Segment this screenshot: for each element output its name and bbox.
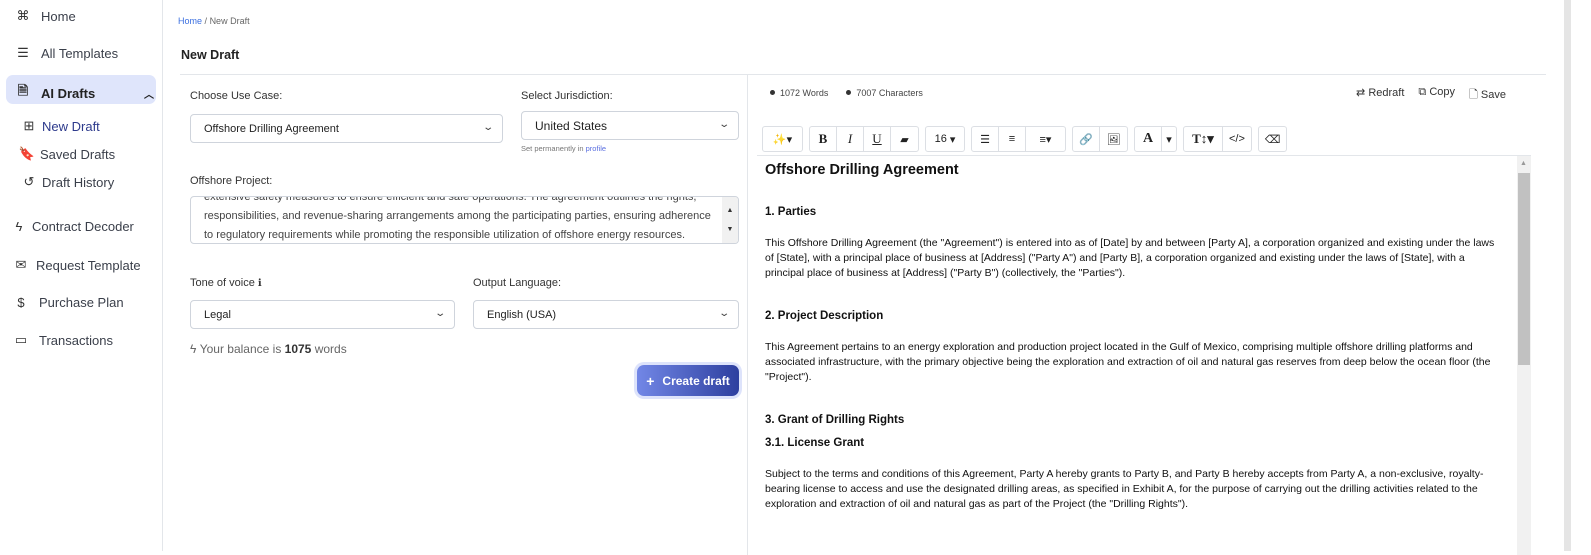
editor-toolbar: ✨▾ B I U ▰ 16 ▾ ☰ ≡ ≡▾ 🔗 🖼 A ▾ T↕▾ </> ⌫ <box>762 126 1288 153</box>
sidebar: ⌘ Home ☰ All Templates 🗎 AI Drafts ︿ ⊞ New Dr… <box>0 0 163 551</box>
align-icon[interactable]: ≡▾ <box>1026 127 1065 151</box>
image-icon[interactable]: 🖼 <box>1100 127 1127 151</box>
create-draft-button[interactable]: + Create draft <box>637 365 739 396</box>
tone-label: Tone of voice ℹ <box>190 277 262 289</box>
file-icon: 🗋 <box>1469 89 1478 101</box>
sidebar-item-contract-decoder[interactable]: ϟ Contract Decoder <box>10 219 134 234</box>
card-icon: ▭ <box>14 332 28 347</box>
bolt-icon: ϟ <box>15 219 23 234</box>
font-color-dropdown[interactable]: ▾ <box>1162 127 1176 151</box>
word-count: 1072 Words <box>770 88 828 98</box>
font-color-icon[interactable]: A <box>1135 127 1162 151</box>
section-heading: 1. Parties <box>765 206 817 218</box>
plus-square-icon: ⊞ <box>23 118 35 133</box>
editor-stats: 1072 Words 7007 Characters <box>770 88 923 98</box>
breadcrumb-home[interactable]: Home <box>178 16 202 26</box>
bold-button[interactable]: B <box>810 127 837 151</box>
document-editor[interactable]: Offshore Drilling Agreement 1. Parties T… <box>757 155 1531 555</box>
document-title: Offshore Drilling Agreement <box>765 162 959 178</box>
history-icon: ↺ <box>23 174 35 189</box>
bookmark-icon: 🔖 <box>18 146 36 161</box>
chevron-down-icon: ⌄ <box>481 122 494 133</box>
document-content: Offshore Drilling Agreement 1. Parties T… <box>765 163 1505 540</box>
save-button[interactable]: 🗋 Save <box>1469 86 1506 105</box>
copy-icon: ⧉ <box>1418 86 1427 98</box>
document-icon: 🗎 <box>17 83 29 98</box>
numbered-list-icon[interactable]: ≡ <box>999 127 1026 151</box>
page-title: New Draft <box>181 48 240 62</box>
jurisdiction-select[interactable]: United States ⌄ <box>521 111 739 140</box>
link-icon[interactable]: 🔗 <box>1073 127 1100 151</box>
use-case-select[interactable]: Offshore Drilling Agreement ⌄ <box>190 114 503 143</box>
section-text: Subject to the terms and conditions of t… <box>765 468 1484 510</box>
list-icon: ☰ <box>17 45 29 60</box>
use-case-label: Choose Use Case: <box>190 90 283 102</box>
project-textarea[interactable]: extensive safety measures to ensure effi… <box>190 196 739 244</box>
eraser-icon[interactable]: ⌫ <box>1259 127 1287 151</box>
draft-card: Choose Use Case: Offshore Drilling Agree… <box>180 74 1546 555</box>
text-height-icon[interactable]: T↕▾ <box>1184 127 1223 151</box>
font-size-select[interactable]: 16 ▾ <box>926 127 964 151</box>
profile-link[interactable]: profile <box>586 144 606 153</box>
sidebar-item-purchase-plan[interactable]: $ Purchase Plan <box>12 295 123 310</box>
character-count: 7007 Characters <box>846 88 923 98</box>
sidebar-item-draft-history[interactable]: ↺ Draft History <box>20 174 115 190</box>
editor-scrollbar[interactable]: ▲ <box>1517 156 1531 555</box>
underline-button[interactable]: U <box>864 127 891 151</box>
page-scrollbar[interactable] <box>1564 0 1571 551</box>
draft-form: Choose Use Case: Offshore Drilling Agree… <box>180 75 748 555</box>
bullet-list-icon[interactable]: ☰ <box>972 127 999 151</box>
breadcrumb: Home / New Draft <box>178 16 250 26</box>
main: Home / New Draft New Draft Choose Use Ca… <box>163 0 1591 555</box>
sidebar-item-request-template[interactable]: ✉ Request Template <box>12 257 141 273</box>
magic-wand-icon[interactable]: ✨▾ <box>763 127 802 151</box>
tone-select[interactable]: Legal ⌄ <box>190 300 455 329</box>
language-label: Output Language: <box>473 277 562 289</box>
chevron-down-icon: ⌄ <box>433 308 446 319</box>
command-icon: ⌘ <box>16 8 30 23</box>
jurisdiction-label: Select Jurisdiction: <box>521 90 613 102</box>
copy-button[interactable]: ⧉ Copy <box>1418 86 1455 105</box>
dollar-icon: $ <box>17 295 25 310</box>
project-label: Offshore Project: <box>190 175 273 187</box>
chevron-up-icon: ︿ <box>144 89 154 101</box>
editor-actions: ⇄ Redraft ⧉ Copy 🗋 Save <box>1356 86 1506 105</box>
redraft-button[interactable]: ⇄ Redraft <box>1356 86 1404 105</box>
clear-format-icon[interactable]: ▰ <box>891 127 918 151</box>
plus-icon: + <box>646 372 655 389</box>
scrollbar-thumb[interactable] <box>1518 173 1530 365</box>
textarea-scrollbar[interactable]: ▲ ▼ <box>722 197 738 243</box>
sidebar-item-home[interactable]: ⌘ Home <box>14 8 76 24</box>
section-heading: 2. Project Description <box>765 310 884 322</box>
chevron-down-icon: ⌄ <box>717 308 730 319</box>
section-heading: 3. Grant of Drilling Rights <box>765 414 905 426</box>
sidebar-item-transactions[interactable]: ▭ Transactions <box>12 332 113 348</box>
language-select[interactable]: English (USA) ⌄ <box>473 300 739 329</box>
balance-text: ϟ Your balance is 1075 words <box>190 342 347 356</box>
section-text: This Agreement pertains to an energy exp… <box>765 341 1491 383</box>
bolt-icon: ϟ <box>190 342 197 356</box>
sidebar-item-saved-drafts[interactable]: 🔖 Saved Drafts <box>18 146 115 162</box>
italic-button[interactable]: I <box>837 127 864 151</box>
mail-icon: ✉ <box>15 257 27 272</box>
sidebar-item-ai-drafts[interactable]: 🗎 AI Drafts ︿ <box>14 82 154 104</box>
subsection-heading: 3.1. License Grant <box>765 437 865 449</box>
info-icon[interactable]: ℹ <box>258 278 262 289</box>
sidebar-item-new-draft[interactable]: ⊞ New Draft <box>20 118 100 134</box>
sidebar-item-all-templates[interactable]: ☰ All Templates <box>14 45 118 61</box>
repeat-icon: ⇄ <box>1356 87 1366 99</box>
jurisdiction-hint: Set permanently in profile <box>521 144 607 153</box>
section-text: This Offshore Drilling Agreement (the "A… <box>765 237 1495 279</box>
editor-panel: 1072 Words 7007 Characters ⇄ Redraft ⧉ C… <box>757 75 1544 555</box>
chevron-down-icon: ⌄ <box>717 119 730 130</box>
code-view-icon[interactable]: </> <box>1223 127 1251 151</box>
